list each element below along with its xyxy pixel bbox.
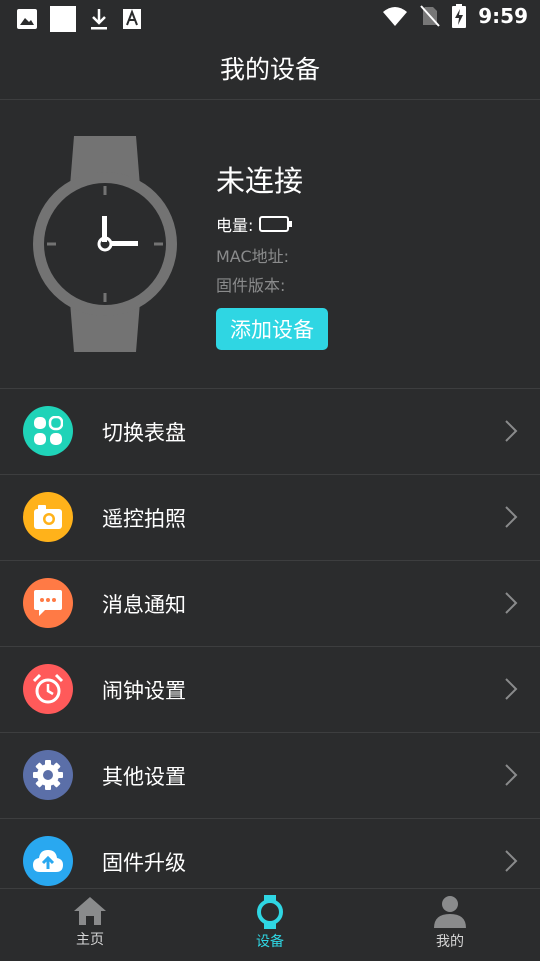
page-title: 我的设备 [219, 54, 320, 84]
chevron-right-icon [505, 420, 518, 442]
connection-status: 未连接 [216, 164, 304, 198]
camera-icon [23, 492, 73, 542]
clock-time: 9:59 [478, 4, 528, 28]
menu-item-label: 消息通知 [102, 593, 186, 617]
home-icon [74, 897, 106, 925]
menu-item-label: 闹钟设置 [102, 679, 186, 703]
no-sim-icon [420, 5, 440, 27]
alarm-icon [23, 664, 73, 714]
chevron-right-icon [505, 592, 518, 614]
chevron-right-icon [505, 678, 518, 700]
gear-icon [23, 750, 73, 800]
nav-label: 我的 [436, 934, 464, 950]
title-bar: 我的设备 [0, 36, 540, 100]
mac-address-label: MAC地址: [216, 247, 290, 266]
battery-label: 电量: [216, 216, 254, 235]
menu-item-watchface[interactable]: 切换表盘 [0, 389, 540, 475]
gallery-icon [17, 9, 37, 29]
settings-menu: 切换表盘 遥控拍照 消息通知 闹钟设置 其他设置 固件升级 [0, 389, 540, 905]
menu-item-remote-camera[interactable]: 遥控拍照 [0, 475, 540, 561]
chevron-right-icon [505, 506, 518, 528]
menu-item-other-settings[interactable]: 其他设置 [0, 733, 540, 819]
battery-charging-icon [452, 4, 467, 28]
nav-item-home[interactable]: 主页 [0, 889, 180, 961]
wifi-icon [383, 7, 408, 26]
nav-label: 主页 [76, 932, 104, 948]
nav-label: 设备 [256, 934, 284, 950]
person-icon [434, 896, 466, 928]
watchface-icon [23, 406, 73, 456]
add-device-button[interactable]: 添加设备 [216, 308, 328, 350]
status-bar: 9:59 [0, 0, 540, 36]
bottom-navigation: 主页 设备 我的 [0, 888, 540, 961]
menu-item-label: 遥控拍照 [102, 507, 186, 531]
chevron-right-icon [505, 764, 518, 786]
nav-item-mine[interactable]: 我的 [360, 889, 540, 961]
device-card: 未连接 电量: MAC地址: 固件版本: 添加设备 [0, 100, 540, 389]
watch-icon [257, 895, 283, 929]
message-icon [23, 578, 73, 628]
font-a-icon [123, 9, 141, 29]
menu-item-label: 切换表盘 [102, 421, 186, 445]
battery-icon [259, 216, 293, 232]
chevron-right-icon [505, 850, 518, 872]
menu-item-label: 固件升级 [102, 851, 186, 875]
menu-item-notifications[interactable]: 消息通知 [0, 561, 540, 647]
battery-row: 电量: [216, 212, 293, 236]
menu-item-label: 其他设置 [102, 765, 186, 789]
menu-item-alarm[interactable]: 闹钟设置 [0, 647, 540, 733]
firmware-version-label: 固件版本: [216, 276, 286, 295]
download-icon [91, 9, 107, 30]
white-square-icon [50, 6, 76, 32]
cloud-upload-icon [23, 836, 73, 886]
nav-item-device[interactable]: 设备 [180, 889, 360, 961]
watch-illustration [33, 136, 177, 352]
